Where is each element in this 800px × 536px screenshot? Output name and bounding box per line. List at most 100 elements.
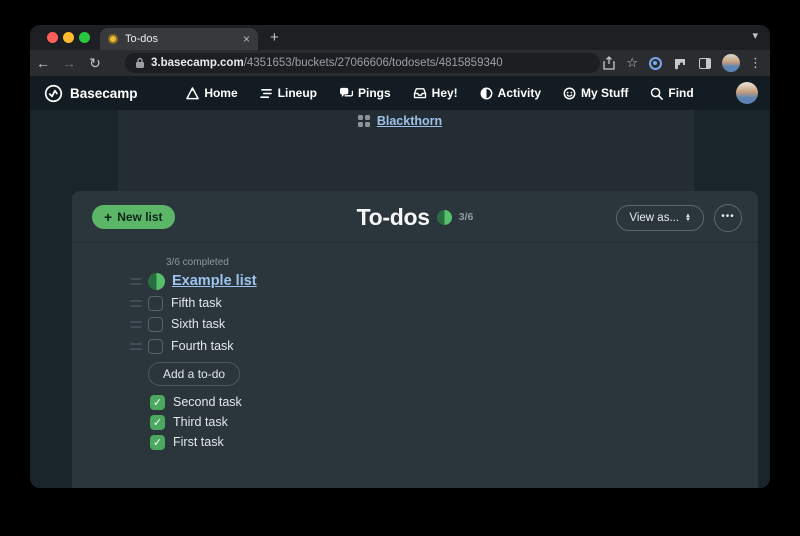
todo-checkbox-checked[interactable]: ✓ <box>150 395 165 410</box>
todo-list-link[interactable]: Example list <box>172 273 257 289</box>
browser-toolbar: ← → ↻ 3.basecamp.com/4351653/buckets/270… <box>30 50 770 76</box>
add-todo-button[interactable]: Add a to-do <box>148 362 240 386</box>
new-list-label: New list <box>117 210 162 224</box>
plus-icon: + <box>104 209 112 225</box>
lock-icon <box>135 57 145 69</box>
view-as-select[interactable]: View as... ▲▼ <box>616 205 704 231</box>
extensions-puzzle-icon[interactable] <box>672 55 688 71</box>
todo-checkbox[interactable] <box>148 296 163 311</box>
tab-close-icon[interactable]: × <box>243 32 250 46</box>
close-window-button[interactable] <box>47 32 58 43</box>
toolbar-right-icons: ☆ ⋮ <box>601 50 762 76</box>
project-grid-icon <box>358 115 370 127</box>
todo-label: Sixth task <box>171 317 225 331</box>
nav-item-home[interactable]: Home <box>186 86 237 100</box>
completed-todo-row[interactable]: ✓ Second task <box>150 392 242 412</box>
nav-item-hey[interactable]: Hey! <box>413 86 458 100</box>
todo-checkbox[interactable] <box>148 317 163 332</box>
nav-item-label: Activity <box>498 86 541 100</box>
find-search-icon <box>650 87 663 100</box>
back-icon[interactable]: ← <box>30 55 56 71</box>
todo-row[interactable]: Sixth task <box>130 314 225 334</box>
hey-inbox-icon <box>413 87 427 99</box>
nav-item-find[interactable]: Find <box>650 86 693 100</box>
lineup-icon <box>260 88 273 99</box>
zoom-window-button[interactable] <box>79 32 90 43</box>
todo-checkbox-checked[interactable]: ✓ <box>150 435 165 450</box>
activity-icon <box>480 87 493 100</box>
basecamp-logo-icon <box>44 84 63 103</box>
brand-label: Basecamp <box>70 86 138 101</box>
browser-profile-avatar[interactable] <box>722 54 740 72</box>
todo-list-row[interactable]: Example list <box>130 271 257 291</box>
new-tab-button[interactable]: + <box>270 29 279 46</box>
check-icon: ✓ <box>153 436 162 449</box>
progress-pie-icon <box>437 210 452 225</box>
card-header: + New list To-dos 3/6 View as... ▲▼ ••• <box>72 191 758 243</box>
drag-handle-icon[interactable] <box>130 321 142 328</box>
onepassword-extension-icon[interactable] <box>647 55 663 71</box>
drag-handle-icon[interactable] <box>130 300 142 307</box>
nav-item-label: Lineup <box>278 86 317 100</box>
todo-label: Fifth task <box>171 296 222 310</box>
my-stuff-smiley-icon <box>563 87 576 100</box>
home-icon <box>186 87 199 100</box>
browser-window: To-dos × + ▾ ← → ↻ 3.basecamp.com/435165… <box>30 25 770 488</box>
basecamp-favicon-icon <box>108 34 118 44</box>
forward-icon[interactable]: → <box>56 55 82 71</box>
basecamp-app: Basecamp Home Lineup Pings Hey! <box>30 76 770 488</box>
basecamp-logo[interactable]: Basecamp <box>44 84 138 103</box>
check-icon: ✓ <box>153 396 162 409</box>
browser-menu-icon[interactable]: ⋮ <box>749 55 762 71</box>
todo-label: First task <box>173 435 224 449</box>
header-controls: View as... ▲▼ ••• <box>616 204 742 232</box>
drag-handle-icon[interactable] <box>130 343 142 350</box>
breadcrumb: Blackthorn <box>30 114 770 128</box>
completed-todo-row[interactable]: ✓ First task <box>150 432 224 452</box>
todo-row[interactable]: Fifth task <box>130 293 222 313</box>
basecamp-menu: Home Lineup Pings Hey! Activity <box>180 76 700 110</box>
user-avatar[interactable] <box>736 82 758 104</box>
nav-item-lineup[interactable]: Lineup <box>260 86 317 100</box>
url-domain: 3.basecamp.com <box>151 57 244 69</box>
side-panel-icon[interactable] <box>697 55 713 71</box>
todos-card: + New list To-dos 3/6 View as... ▲▼ ••• … <box>72 191 758 488</box>
pings-icon <box>339 87 353 99</box>
todo-label: Fourth task <box>171 339 234 353</box>
browser-tab[interactable]: To-dos × <box>100 28 258 50</box>
reload-icon[interactable]: ↻ <box>82 55 108 72</box>
todo-label: Second task <box>173 395 242 409</box>
url-path: /4351653/buckets/27066606/todosets/48158… <box>244 57 503 69</box>
list-progress-pie-icon <box>148 273 165 290</box>
minimize-window-button[interactable] <box>63 32 74 43</box>
todo-row[interactable]: Fourth task <box>130 336 234 356</box>
todo-checkbox-checked[interactable]: ✓ <box>150 415 165 430</box>
nav-item-pings[interactable]: Pings <box>339 86 391 100</box>
breadcrumb-project-link[interactable]: Blackthorn <box>377 114 442 128</box>
tab-title: To-dos <box>125 33 236 45</box>
new-list-button[interactable]: + New list <box>92 205 175 229</box>
tab-strip: To-dos × + ▾ <box>30 25 770 50</box>
progress-label: 3/6 <box>459 211 474 223</box>
drag-handle-icon[interactable] <box>130 278 142 285</box>
todo-checkbox[interactable] <box>148 339 163 354</box>
url-text: 3.basecamp.com/4351653/buckets/27066606/… <box>151 57 503 69</box>
nav-item-my-stuff[interactable]: My Stuff <box>563 86 628 100</box>
nav-item-label: My Stuff <box>581 86 628 100</box>
completed-summary: 3/6 completed <box>166 257 229 268</box>
bookmark-star-icon[interactable]: ☆ <box>626 55 638 71</box>
share-icon[interactable] <box>601 55 617 71</box>
more-options-button[interactable]: ••• <box>714 204 742 232</box>
view-as-label: View as... <box>629 212 679 224</box>
select-arrows-icon: ▲▼ <box>685 214 691 222</box>
nav-item-label: Pings <box>358 86 391 100</box>
check-icon: ✓ <box>153 416 162 429</box>
page-title: To-dos <box>357 204 430 231</box>
completed-todo-row[interactable]: ✓ Third task <box>150 412 228 432</box>
nav-item-label: Hey! <box>432 86 458 100</box>
nav-item-activity[interactable]: Activity <box>480 86 541 100</box>
nav-item-label: Home <box>204 86 237 100</box>
address-bar[interactable]: 3.basecamp.com/4351653/buckets/27066606/… <box>125 53 600 73</box>
todo-label: Third task <box>173 415 228 429</box>
tab-search-icon[interactable]: ▾ <box>752 29 758 42</box>
